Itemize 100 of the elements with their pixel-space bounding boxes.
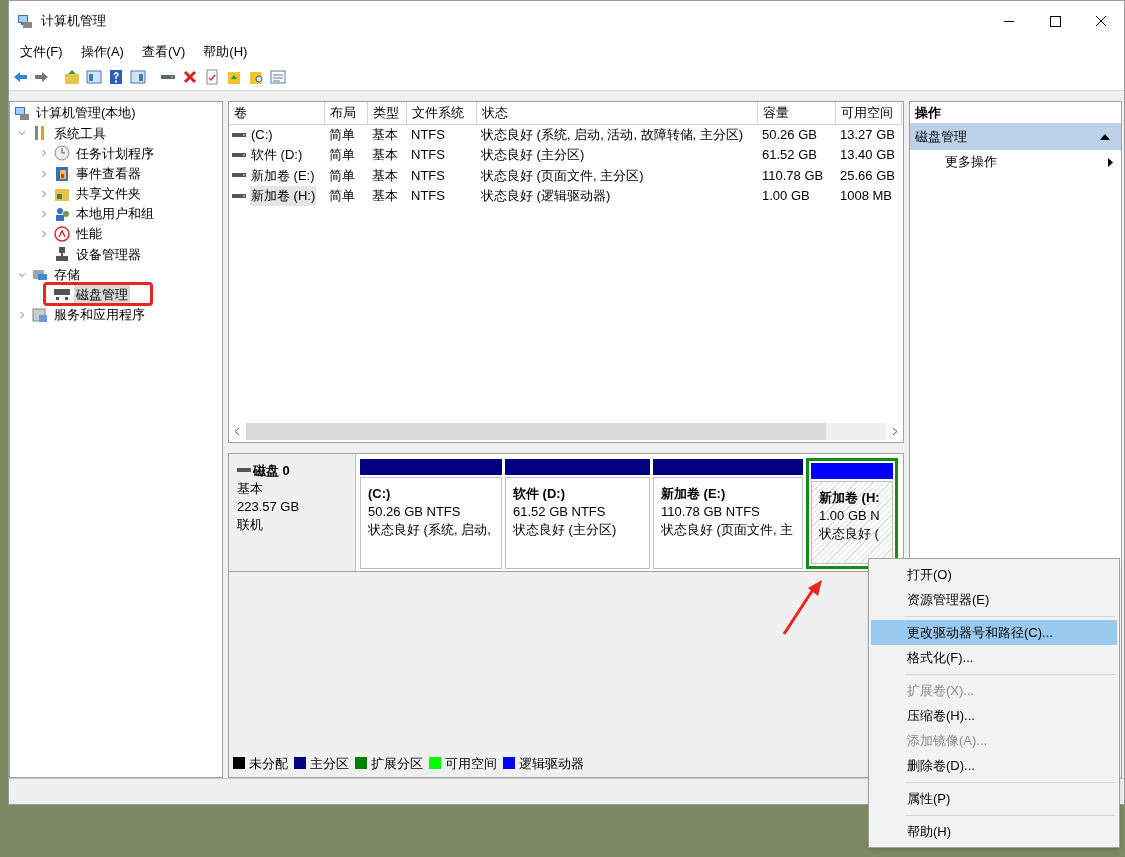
column-header[interactable]: 类型 bbox=[367, 102, 406, 124]
table-cell: NTFS bbox=[411, 188, 445, 203]
expand-chevron-icon[interactable] bbox=[18, 310, 26, 319]
partition-status: 状态良好 (系统, 启动, bbox=[368, 521, 492, 539]
partition-status: 状态良好 (页面文件, 主 bbox=[661, 521, 795, 539]
drive-icon bbox=[232, 130, 246, 139]
collapse-chevron-icon[interactable] bbox=[18, 129, 26, 138]
tree-item[interactable]: 设备管理器 bbox=[74, 244, 143, 265]
column-header[interactable]: 状态 bbox=[476, 102, 757, 124]
menu-item[interactable]: 资源管理器(E) bbox=[871, 587, 1117, 612]
menu-item[interactable]: 查看(V) bbox=[132, 42, 195, 62]
tree-item[interactable]: 共享文件夹 bbox=[74, 184, 143, 204]
menu-item[interactable]: 格式化(F)... bbox=[871, 645, 1117, 670]
column-header[interactable]: 卷 bbox=[229, 102, 324, 124]
partition-name: 软件 (D:) bbox=[513, 485, 566, 503]
disk-drive-icon bbox=[54, 289, 70, 301]
tree-item[interactable]: 存储 bbox=[52, 264, 82, 285]
table-cell[interactable]: (C:) bbox=[250, 124, 274, 145]
table-cell: 基本 bbox=[372, 188, 398, 203]
table-cell: 基本 bbox=[372, 167, 398, 183]
tree-item[interactable]: 任务计划程序 bbox=[74, 143, 156, 164]
partition-name: 新加卷 (H: bbox=[819, 489, 881, 507]
partition-name: 新加卷 (E:) bbox=[661, 485, 727, 503]
menu-item[interactable]: 压缩卷(H)... bbox=[871, 703, 1117, 728]
legend-label: 未分配 bbox=[249, 754, 288, 773]
delete-icon[interactable] bbox=[182, 68, 198, 85]
tree-item[interactable]: 本地用户和组 bbox=[74, 204, 156, 224]
disk-name: 磁盘 0 bbox=[253, 462, 290, 480]
caret-right-icon bbox=[1108, 157, 1113, 167]
menu-item[interactable]: 帮助(H) bbox=[871, 819, 1117, 844]
panel-icon[interactable] bbox=[130, 68, 146, 85]
panel-icon[interactable] bbox=[86, 68, 102, 85]
table-cell: NTFS bbox=[411, 126, 445, 142]
tree-item[interactable]: 性能 bbox=[74, 224, 104, 244]
table-cell[interactable]: 新加卷 (E:) bbox=[250, 165, 316, 185]
actions-section-header[interactable]: 磁盘管理 bbox=[910, 124, 1121, 150]
disk-size: 223.57 GB bbox=[237, 498, 301, 516]
tree-item[interactable]: 服务和应用程序 bbox=[52, 305, 147, 325]
menu-item[interactable]: 操作(A) bbox=[71, 42, 133, 62]
table-cell: 状态良好 (主分区) bbox=[481, 147, 585, 162]
table-cell: 61.52 GB bbox=[762, 147, 817, 162]
table-cell: 状态良好 (系统, 启动, 活动, 故障转储, 主分区) bbox=[481, 126, 744, 142]
action-item[interactable]: 更多操作 bbox=[910, 150, 1121, 174]
table-cell: 1008 MB bbox=[840, 188, 893, 203]
partition-name: (C:) bbox=[368, 485, 392, 503]
tree-item[interactable]: 计算机管理(本地) bbox=[34, 103, 138, 123]
expand-chevron-icon[interactable] bbox=[40, 189, 48, 198]
tree-item[interactable]: 系统工具 bbox=[52, 123, 108, 144]
legend-label: 扩展分区 bbox=[371, 754, 423, 773]
menu-item[interactable]: 更改驱动器号和路径(C)... bbox=[871, 620, 1117, 645]
table-cell: 简单 bbox=[329, 167, 355, 183]
legend-label: 可用空间 bbox=[445, 754, 497, 773]
table-cell[interactable]: 软件 (D:) bbox=[250, 145, 304, 165]
collapse-chevron-icon[interactable] bbox=[18, 270, 26, 279]
help-icon[interactable] bbox=[108, 68, 124, 85]
computer-icon bbox=[17, 13, 33, 29]
partition-status: 状态良好 (主分区) bbox=[513, 521, 618, 539]
checklist-icon[interactable] bbox=[204, 68, 220, 85]
expand-chevron-icon[interactable] bbox=[40, 230, 48, 239]
partition-size: 1.00 GB N bbox=[819, 507, 881, 525]
expand-chevron-icon[interactable] bbox=[40, 210, 48, 219]
device-tree-icon bbox=[54, 246, 70, 263]
partition-status: 状态良好 ( bbox=[819, 525, 880, 543]
partition-block[interactable]: 新加卷 (H: 1.00 GB N 状态良好 ( bbox=[806, 458, 898, 569]
table-cell[interactable]: 新加卷 (H:) bbox=[250, 186, 317, 206]
table-cell: 13.27 GB bbox=[840, 126, 895, 142]
gauge-icon bbox=[54, 226, 70, 243]
table-cell: 简单 bbox=[329, 188, 355, 203]
table-cell: 简单 bbox=[329, 147, 355, 162]
column-header[interactable]: 文件系统 bbox=[406, 102, 476, 124]
expand-chevron-icon[interactable] bbox=[40, 149, 48, 158]
partition-size: 110.78 GB NTFS bbox=[661, 503, 761, 521]
partition-size: 50.26 GB NTFS bbox=[368, 503, 462, 521]
legend-label: 主分区 bbox=[310, 754, 349, 773]
table-cell: NTFS bbox=[411, 167, 445, 183]
menu-item[interactable]: 属性(P) bbox=[871, 786, 1117, 811]
column-header[interactable]: 布局 bbox=[324, 102, 367, 124]
column-header[interactable]: 可用空间 bbox=[835, 102, 901, 124]
disk-drive-icon bbox=[237, 467, 251, 475]
properties-icon[interactable] bbox=[270, 68, 286, 85]
expand-chevron-icon[interactable] bbox=[40, 169, 48, 178]
column-header[interactable]: 容量 bbox=[757, 102, 835, 124]
table-cell: 状态良好 (逻辑驱动器) bbox=[481, 188, 611, 203]
drive-icon bbox=[232, 171, 246, 180]
table-cell: 状态良好 (页面文件, 主分区) bbox=[481, 167, 644, 183]
table-cell: 简单 bbox=[329, 126, 355, 142]
window-title: 计算机管理 bbox=[41, 12, 106, 31]
table-cell: 110.78 GB bbox=[762, 167, 824, 183]
table-cell: 50.26 GB bbox=[762, 126, 817, 142]
services-icon bbox=[32, 306, 48, 323]
menu-item[interactable]: 帮助(H) bbox=[194, 42, 257, 62]
clock-icon bbox=[54, 145, 70, 162]
scrollbar-thumb[interactable] bbox=[246, 422, 826, 440]
menu-item[interactable]: 文件(F) bbox=[11, 42, 72, 62]
menu-item[interactable]: 删除卷(D)... bbox=[871, 753, 1117, 778]
table-cell: 1.00 GB bbox=[762, 188, 810, 203]
tree-item[interactable]: 事件查看器 bbox=[74, 163, 143, 184]
folder-up-icon[interactable] bbox=[64, 68, 80, 85]
tree-item[interactable]: 磁盘管理 bbox=[74, 285, 130, 305]
disk-type: 基本 bbox=[237, 480, 264, 498]
